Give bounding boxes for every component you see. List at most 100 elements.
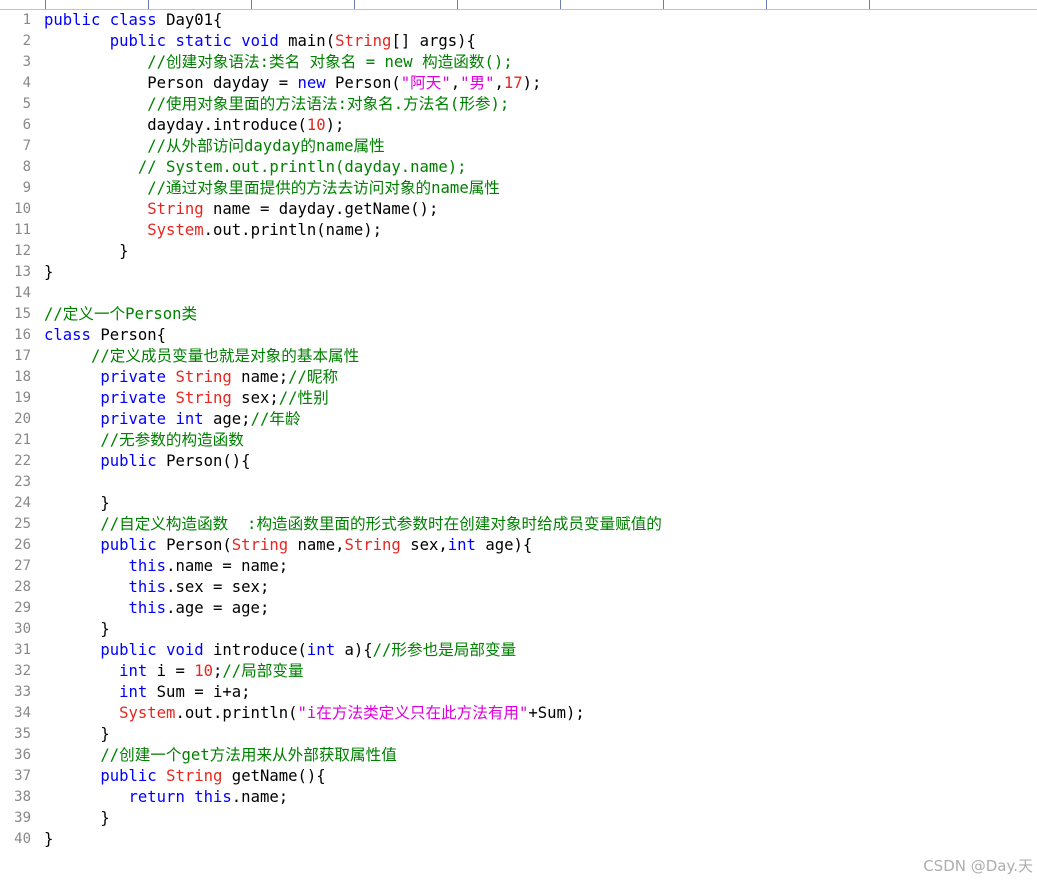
line-number: 36 — [14, 747, 31, 763]
type-token: String — [175, 389, 232, 407]
code-line[interactable]: 21 //无参数的构造函数 — [14, 430, 1034, 451]
code-line[interactable]: 32 int i = 10;//局部变量 — [14, 661, 1034, 682]
line-number: 21 — [14, 432, 31, 448]
code-line[interactable]: 8 // System.out.println(dayday.name); — [23, 157, 1034, 178]
code-line[interactable]: 13} — [14, 262, 1034, 283]
code-line[interactable]: 40} — [14, 829, 1034, 850]
comment-token: //局部变量 — [222, 662, 304, 680]
line-number: 8 — [22, 159, 31, 175]
code-text: .out.println( — [175, 704, 298, 722]
keyword-token: new — [297, 74, 326, 92]
code-line[interactable]: 3 //创建对象语法:类名 对象名 = new 构造函数(); — [23, 52, 1034, 73]
code-line[interactable]: 15 //定义一个Person类 — [14, 304, 1034, 325]
string-token: "i在方法类定义只在此方法有用" — [297, 704, 529, 722]
code-editor[interactable]: 1 public class Day01{2 public static void… — [0, 0, 1037, 882]
line-number: 3 — [22, 54, 31, 70]
code-text: Sum = i+a; — [147, 683, 251, 701]
code-text: } — [44, 242, 129, 260]
line-number: 15 — [14, 306, 31, 322]
type-token: System — [119, 704, 176, 722]
code-text: sex; — [231, 389, 279, 407]
code-line[interactable]: 26 public Person(String name,String sex,… — [14, 535, 1034, 556]
ruler-tick — [663, 0, 664, 9]
code-line[interactable]: 29 this.age = age; — [14, 598, 1034, 619]
code-line[interactable]: 16 class Person{ — [14, 325, 1034, 346]
code-line[interactable]: 33 int Sum = i+a; — [14, 682, 1034, 703]
code-line[interactable]: 37 public String getName(){ — [14, 766, 1034, 787]
code-line[interactable]: 36 //创建一个get方法用来从外部获取属性值 — [14, 745, 1034, 766]
keyword-token: this — [128, 599, 167, 617]
line-number: 5 — [22, 96, 31, 112]
code-line[interactable]: 39 } — [14, 808, 1034, 829]
code-line[interactable]: 38 return this.name; — [14, 787, 1034, 808]
code-line[interactable]: 12 } — [14, 241, 1034, 262]
line-number: 2 — [22, 33, 31, 49]
code-text: Person(){ — [156, 452, 251, 470]
code-line[interactable]: 9 //通过对象里面提供的方法去访问对象的name属性 — [23, 178, 1034, 199]
code-line[interactable]: 28 this.sex = sex; — [14, 577, 1034, 598]
string-token: "阿天" — [400, 74, 451, 92]
code-line[interactable]: 25 //自定义构造函数 :构造函数里面的形式参数时在创建对象时给成员变量赋值的 — [14, 514, 1034, 535]
code-text: .sex = sex; — [166, 578, 270, 596]
line-number: 10 — [14, 201, 31, 217]
code-text: name; — [231, 368, 289, 386]
code-line[interactable]: 24 } — [14, 493, 1034, 514]
keyword-token: int — [175, 410, 204, 428]
code-line[interactable]: 10 String name = dayday.getName(); — [14, 199, 1034, 220]
number-token: 17 — [503, 74, 523, 92]
code-line[interactable]: 6 dayday.introduce(10); — [23, 115, 1034, 136]
code-text: Person{ — [90, 326, 167, 344]
keyword-token: int — [119, 683, 148, 701]
line-number: 28 — [14, 579, 31, 595]
line-number: 30 — [14, 621, 31, 637]
code-line[interactable]: 23 — [14, 472, 1034, 493]
code-text: } — [44, 263, 54, 281]
code-line[interactable]: 20 private int age;//年龄 — [14, 409, 1034, 430]
code-area[interactable]: 1 public class Day01{2 public static void… — [14, 10, 1034, 850]
code-text: main( — [278, 32, 336, 50]
code-line[interactable]: 18 private String name;//昵称 — [14, 367, 1034, 388]
code-line[interactable]: 31 public void introduce(int a){//形参也是局部… — [14, 640, 1034, 661]
line-number: 18 — [14, 369, 31, 385]
code-line[interactable]: 14 — [14, 283, 1034, 304]
code-line[interactable]: 27 this.name = name; — [14, 556, 1034, 577]
code-line[interactable]: 22 public Person(){ — [14, 451, 1034, 472]
code-text: name, — [288, 536, 345, 554]
code-line[interactable]: 34 System.out.println("i在方法类定义只在此方法有用"+S… — [14, 703, 1034, 724]
code-line[interactable]: 7 //从外部访问dayday的name属性 — [23, 136, 1034, 157]
type-token: String — [344, 536, 401, 554]
ruler-tick — [457, 0, 458, 9]
code-text: } — [44, 725, 110, 743]
code-line[interactable]: 5 //使用对象里面的方法语法:对象名.方法名(形参); — [23, 94, 1034, 115]
line-number: 32 — [14, 663, 31, 679]
string-token: "男" — [460, 74, 495, 92]
line-number: 13 — [14, 264, 31, 280]
code-line[interactable]: 2 public static void main(String[] args)… — [23, 31, 1034, 52]
code-text: Day01{ — [156, 11, 223, 29]
line-number: 9 — [22, 180, 31, 196]
comment-token: //自定义构造函数 :构造函数里面的形式参数时在创建对象时给成员变量赋值的 — [100, 515, 662, 533]
type-token: String — [147, 200, 204, 218]
code-line[interactable]: 19 private String sex;//性别 — [14, 388, 1034, 409]
code-text: sex, — [400, 536, 448, 554]
line-number: 4 — [22, 75, 31, 91]
line-number: 1 — [22, 12, 31, 28]
code-line[interactable]: 17 //定义成员变量也就是对象的基本属性 — [14, 346, 1034, 367]
keyword-token: this — [194, 788, 232, 806]
code-line[interactable]: 35 } — [14, 724, 1034, 745]
code-line[interactable]: 30 } — [14, 619, 1034, 640]
code-line[interactable]: 1 public class Day01{ — [23, 10, 1034, 31]
keyword-token: public — [109, 32, 167, 50]
code-line[interactable]: 11 System.out.println(name); — [14, 220, 1034, 241]
keyword-token: class — [109, 11, 157, 29]
code-line[interactable]: 4 Person dayday = new Person("阿天","男",17… — [23, 73, 1034, 94]
